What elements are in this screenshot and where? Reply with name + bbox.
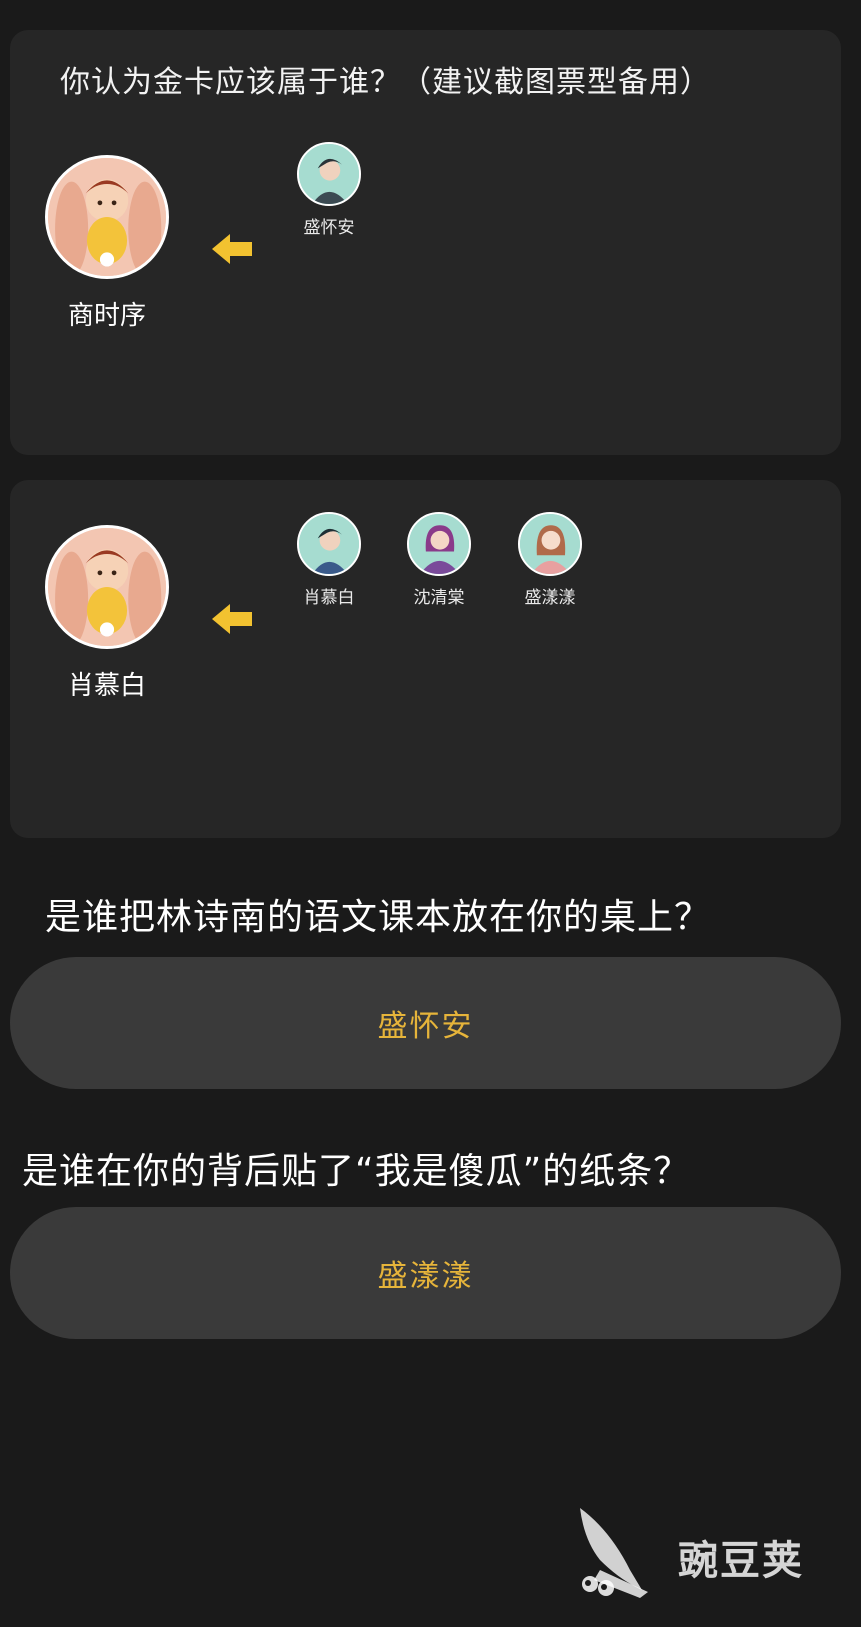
female-avatar-icon (409, 514, 469, 574)
question-title: 是谁在你的背后贴了“我是傻瓜”的纸条？ (22, 1151, 691, 1192)
question-title: 是谁把林诗南的语文课本放在你的桌上？ (45, 897, 712, 938)
selected-name: 商时序 (67, 301, 146, 331)
vote-card-gold: 你认为金卡应该属于谁？（建议截图票型备用） 商时序 盛怀安 (10, 30, 841, 455)
vote-card-second: 肖慕白 肖慕白 沈清棠 盛漾漾 (10, 480, 841, 838)
candidate-avatar[interactable] (297, 142, 361, 206)
selected-avatar[interactable] (45, 525, 169, 649)
selected-name: 肖慕白 (67, 671, 146, 701)
pea-pod-logo-icon (580, 1508, 648, 1598)
candidate-name: 沈清棠 (413, 588, 465, 608)
male-avatar-icon (299, 514, 359, 574)
candidate-avatar[interactable] (297, 512, 361, 576)
baby-avatar-icon (48, 158, 166, 276)
arrow-left-icon (210, 232, 254, 266)
watermark-text: 豌豆荚 (678, 1538, 804, 1584)
watermark: 豌豆荚 (570, 1500, 840, 1600)
male-avatar-icon (299, 144, 359, 204)
candidate-name: 盛怀安 (303, 218, 355, 238)
answer-button[interactable]: 盛漾漾 (10, 1207, 841, 1339)
candidate-name: 盛漾漾 (524, 588, 576, 608)
baby-avatar-icon (48, 528, 166, 646)
card-title: 你认为金卡应该属于谁？（建议截图票型备用） (60, 65, 711, 100)
arrow-left-icon (210, 602, 254, 636)
answer-button[interactable]: 盛怀安 (10, 957, 841, 1089)
candidate-avatar[interactable] (407, 512, 471, 576)
candidate-name: 肖慕白 (303, 588, 355, 608)
candidate-avatar[interactable] (518, 512, 582, 576)
female-avatar-icon (520, 514, 580, 574)
selected-avatar[interactable] (45, 155, 169, 279)
